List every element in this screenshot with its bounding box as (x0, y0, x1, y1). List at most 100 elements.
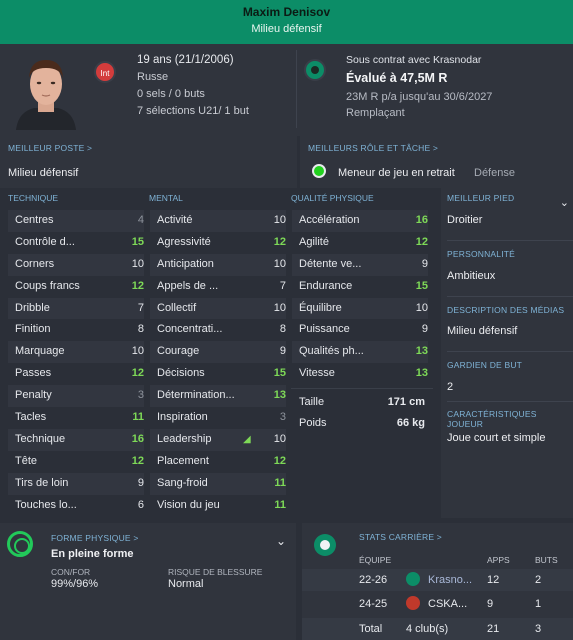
attribute-name: Vision du jeu (157, 498, 220, 511)
attribute-row[interactable]: Inspiration 3 (150, 407, 286, 429)
fitness-icon (7, 531, 33, 557)
attribute-value: 7 (279, 279, 286, 292)
divider (447, 296, 573, 297)
physical-attributes: Accélération 16 Agilité 12 Détente ve... 9 End… (292, 210, 428, 385)
attribute-name: Courage (157, 345, 200, 358)
attribute-name: Activité (157, 214, 193, 226)
attribute-value: 3 (137, 389, 144, 402)
attribute-name: Anticipation (157, 257, 214, 270)
attribute-value: 10 (131, 257, 144, 270)
attribute-row[interactable]: Sang-froid 11 (150, 472, 286, 495)
player-bio: 19 ans (21/1/2006) Russe 0 sels / 0 buts… (137, 54, 249, 122)
attribute-row[interactable]: Décisions 15 (150, 363, 286, 385)
preferred-foot-value: Droitier (447, 214, 483, 226)
best-position-value: Milieu défensif (8, 167, 79, 179)
goalkeeper-value: 2 (447, 381, 454, 393)
chevron-down-icon[interactable]: ⌄ (560, 196, 569, 209)
attribute-name: Finition (15, 323, 51, 336)
player-value: Évalué à 47,5M R (346, 71, 448, 85)
best-position-link[interactable]: MEILLEUR POSTE > (8, 143, 92, 153)
attribute-value: 10 (131, 345, 144, 358)
attribute-row[interactable]: Appels de ... 7 (150, 276, 286, 298)
career-stats-link[interactable]: STATS CARRIÈRE > (359, 532, 442, 542)
player-age: 19 ans (21/1/2006) (137, 54, 234, 66)
attribute-name: Agressivité (157, 235, 211, 248)
attribute-row[interactable]: Puissance 9 (292, 319, 428, 341)
fitness-link[interactable]: FORME PHYSIQUE > (51, 533, 139, 543)
physical-header: QUALITÉ PHYSIQUE (291, 193, 374, 203)
attribute-row[interactable]: Concentrati... 8 (150, 319, 286, 341)
attribute-row[interactable]: Vitesse 13 (292, 363, 428, 385)
club-crest-icon (406, 572, 420, 586)
table-row[interactable]: 22-26 Krasno... 12 2 (302, 569, 573, 591)
attribute-value: 12 (131, 279, 144, 292)
attribute-row[interactable]: Touches lo... 6 (8, 495, 144, 517)
team-cell[interactable]: Krasno... (428, 574, 472, 586)
season-cell: 22-26 (359, 574, 388, 586)
body-measurements: Taille 171 cm Poids 66 kg (291, 388, 433, 518)
attribute-row[interactable]: Finition 8 (8, 319, 144, 341)
attribute-row[interactable]: Équilibre 10 (292, 297, 428, 320)
attribute-value: 15 (273, 367, 286, 380)
team-cell[interactable]: CSKA... (428, 598, 467, 610)
attribute-name: Coups francs (15, 279, 80, 292)
attribute-name: Détente ve... (299, 257, 362, 270)
attribute-row[interactable]: Anticipation 10 (150, 253, 286, 276)
attribute-row[interactable]: Leadership 10 ◢ (150, 428, 286, 451)
attribute-name: Leadership (157, 432, 212, 445)
attribute-row[interactable]: Collectif 10 (150, 297, 286, 320)
attribute-row[interactable]: Contrôle d... 15 (8, 232, 144, 254)
attribute-value: 9 (421, 257, 428, 270)
attribute-value: 16 (415, 214, 428, 226)
attribute-row[interactable]: Placement 12 (150, 451, 286, 473)
attribute-row[interactable]: Agressivité 12 (150, 232, 286, 254)
club-crest-icon[interactable] (304, 59, 326, 81)
apps-cell: 9 (487, 598, 494, 610)
season-cell: 24-25 (359, 598, 388, 610)
attribute-name: Endurance (299, 279, 353, 292)
chevron-down-icon[interactable]: ⌄ (276, 534, 286, 548)
player-traits-panel: ⌄ MEILLEUR PIED Droitier PERSONNALITÉ Am… (441, 188, 573, 518)
attribute-row[interactable]: Agilité 12 (292, 232, 428, 254)
attribute-name: Sang-froid (157, 476, 208, 489)
attribute-row[interactable]: Tacles 11 (8, 407, 144, 429)
height-row: Taille 171 cm (299, 396, 425, 408)
attribute-row[interactable]: Tirs de loin 9 (8, 472, 144, 495)
attribute-row[interactable]: Détermination... 13 (150, 385, 286, 408)
attribute-row[interactable]: Activité 10 (150, 210, 286, 232)
player-header: Maxim Denisov Milieu défensif (0, 0, 573, 44)
attribute-name: Technique (15, 432, 66, 445)
attribute-row[interactable]: Vision du jeu 11 (150, 495, 286, 517)
goals-cell: 2 (535, 574, 542, 586)
attribute-value: 15 (415, 279, 428, 292)
international-badge-icon[interactable]: Int (94, 61, 116, 83)
attribute-row[interactable]: Tête 12 (8, 451, 144, 473)
attribute-row[interactable]: Détente ve... 9 (292, 253, 428, 276)
table-row-total: Total 4 club(s) 21 3 (302, 618, 573, 640)
attribute-name: Tacles (15, 411, 47, 424)
football-icon (314, 534, 336, 556)
squad-status: Remplaçant (346, 107, 405, 119)
attribute-row[interactable]: Courage 9 (150, 341, 286, 364)
attribute-row[interactable]: Qualités ph... 13 (292, 341, 428, 364)
attribute-row[interactable]: Marquage 10 (8, 341, 144, 364)
attribute-row[interactable]: Passes 12 (8, 363, 144, 385)
attribute-name: Qualités ph... (299, 345, 364, 358)
attribute-row[interactable]: Dribble 7 (8, 297, 144, 320)
attribute-row[interactable]: Corners 10 (8, 253, 144, 276)
player-u21-caps: 7 sélections U21/ 1 but (137, 105, 249, 117)
attribute-row[interactable]: Endurance 15 (292, 276, 428, 298)
attribute-name: Vitesse (299, 367, 335, 380)
attribute-row[interactable]: Penalty 3 (8, 385, 144, 408)
attribute-row[interactable]: Centres 4 (8, 210, 144, 232)
best-position-panel: MEILLEUR POSTE > Milieu défensif (0, 136, 297, 188)
table-row[interactable]: 24-25 CSKA... 9 1 (302, 593, 573, 615)
attribute-row[interactable]: Technique 16 (8, 428, 144, 451)
best-role-link[interactable]: MEILLEURS RÔLE ET TÂCHE > (308, 143, 438, 153)
attribute-value: 13 (415, 345, 428, 358)
attribute-row[interactable]: Accélération 16 (292, 210, 428, 232)
attribute-value: 9 (137, 476, 144, 489)
attribute-name: Détermination... (157, 389, 235, 402)
attribute-value: 11 (132, 411, 144, 424)
attribute-row[interactable]: Coups francs 12 (8, 276, 144, 298)
